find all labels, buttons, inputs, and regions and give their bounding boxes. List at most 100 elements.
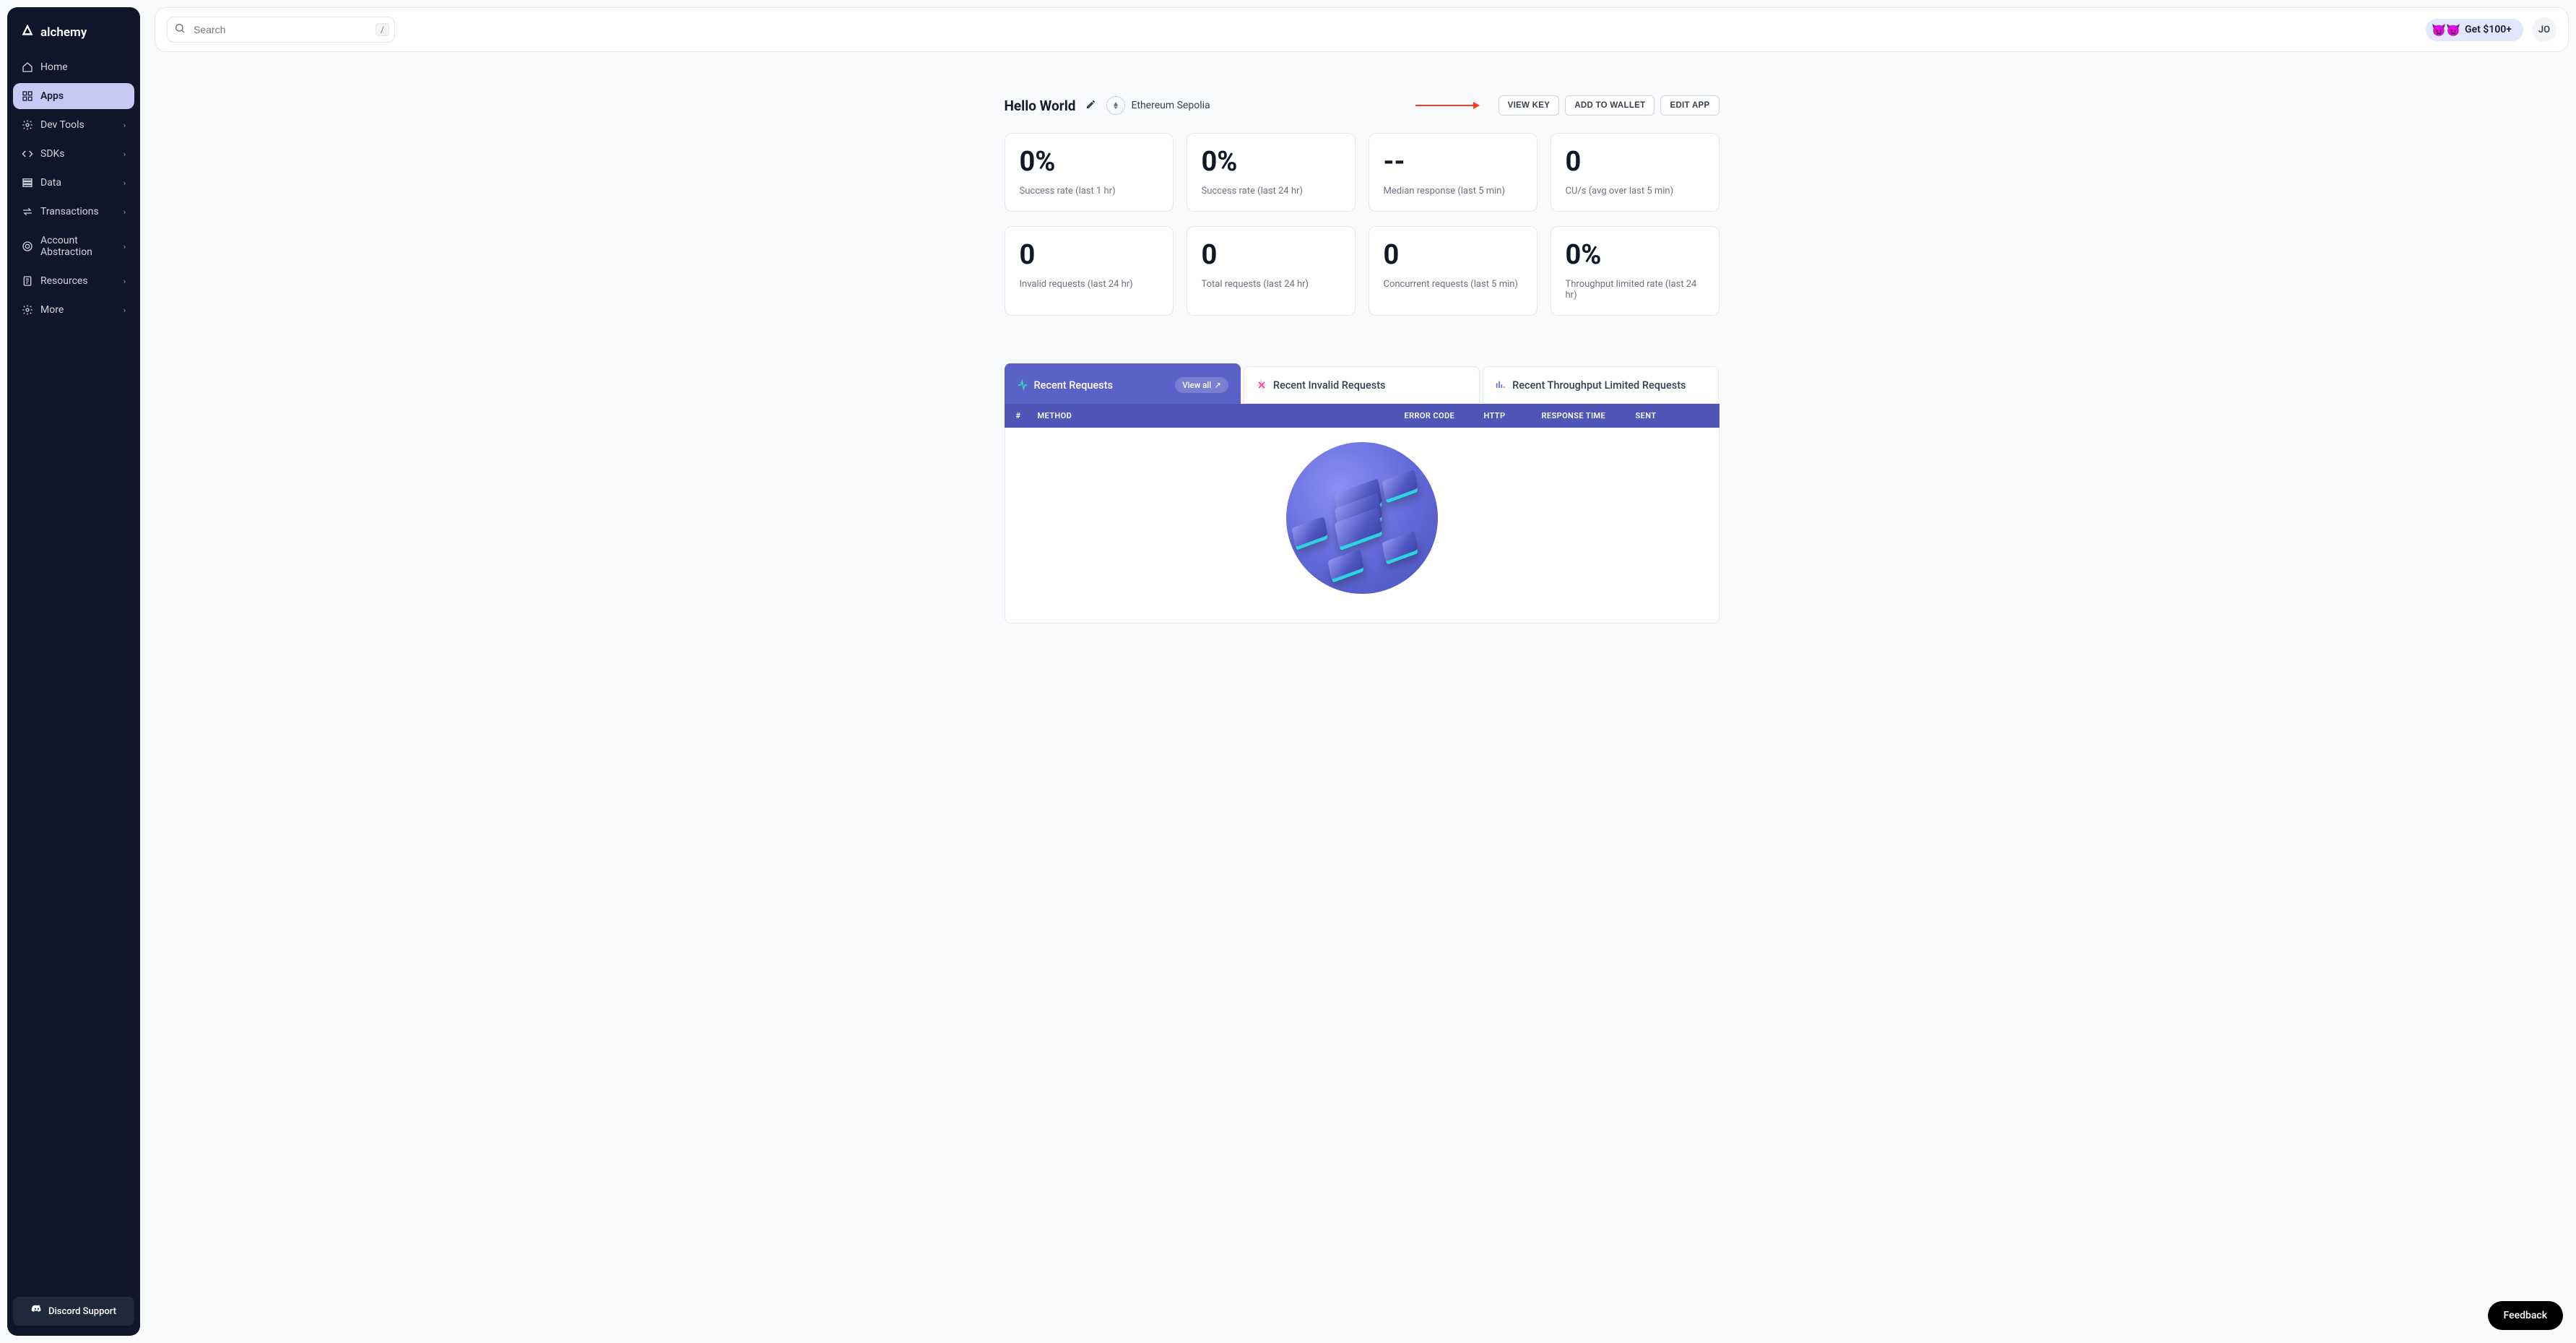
stat-value: 0%	[1566, 241, 1704, 269]
sidebar-item-apps[interactable]: Apps	[13, 83, 134, 109]
tab-invalid-requests[interactable]: Recent Invalid Requests	[1244, 366, 1480, 404]
sidebar-item-devtools[interactable]: Dev Tools ›	[13, 112, 134, 138]
apps-icon	[22, 90, 33, 102]
referral-label: Get $100+	[2465, 24, 2512, 35]
stat-value: 0	[1566, 148, 1704, 176]
stat-label: Throughput limited rate (last 24 hr)	[1566, 279, 1704, 301]
stat-card: -- Median response (last 5 min)	[1369, 133, 1538, 212]
tab-label: Recent Requests	[1034, 379, 1113, 392]
referral-button[interactable]: 😈😈 Get $100+	[2426, 19, 2523, 41]
stat-value: --	[1384, 148, 1522, 176]
sidebar-nav: Home Apps Dev Tools › SDKs › Data ›	[13, 54, 134, 323]
stat-card: 0 Invalid requests (last 24 hr)	[1005, 226, 1174, 316]
col-index: #	[1016, 411, 1038, 420]
data-icon	[22, 177, 33, 189]
search-input[interactable]	[167, 17, 395, 43]
empty-illustration	[1286, 442, 1438, 594]
sidebar-item-label: Apps	[40, 90, 64, 102]
stat-card: 0 CU/s (avg over last 5 min)	[1551, 133, 1719, 212]
stat-label: Median response (last 5 min)	[1384, 186, 1522, 197]
sidebar-item-label: More	[40, 304, 64, 316]
feedback-label: Feedback	[2504, 1310, 2547, 1321]
chevron-right-icon: ›	[123, 207, 126, 217]
transfer-icon	[22, 206, 33, 217]
sidebar: alchemy Home Apps Dev Tools › SDKs ›	[7, 7, 140, 1336]
search-shortcut-badge: /	[376, 23, 389, 36]
tab-label: Recent Throughput Limited Requests	[1512, 379, 1686, 392]
sidebar-item-label: Account Abstraction	[40, 235, 116, 258]
brand-logo[interactable]: alchemy	[13, 23, 134, 54]
tab-recent-requests[interactable]: Recent Requests View all ↗	[1005, 363, 1241, 404]
col-response-time: RESPONSE TIME	[1542, 411, 1636, 420]
chain-badge: Ethereum Sepolia	[1106, 96, 1210, 115]
sidebar-item-label: Home	[40, 61, 68, 73]
sidebar-item-label: SDKs	[40, 148, 65, 160]
chain-name: Ethereum Sepolia	[1131, 100, 1210, 111]
tab-label: Recent Invalid Requests	[1273, 379, 1386, 392]
stat-label: Invalid requests (last 24 hr)	[1020, 279, 1158, 290]
sidebar-item-transactions[interactable]: Transactions ›	[13, 199, 134, 225]
stat-value: 0	[1202, 241, 1340, 269]
col-sent: SENT	[1636, 411, 1708, 420]
stat-value: 0	[1384, 241, 1522, 269]
sidebar-item-home[interactable]: Home	[13, 54, 134, 80]
stat-label: Success rate (last 1 hr)	[1020, 186, 1158, 197]
discord-icon	[31, 1304, 43, 1318]
edit-icon[interactable]	[1085, 99, 1096, 113]
sidebar-item-label: Transactions	[40, 206, 99, 217]
col-error-code: ERROR CODE	[1405, 411, 1484, 420]
sidebar-item-resources[interactable]: Resources ›	[13, 268, 134, 294]
app-title: Hello World	[1005, 98, 1076, 114]
ethereum-icon	[1106, 96, 1125, 115]
doc-icon	[22, 275, 33, 287]
stat-value: 0	[1020, 241, 1158, 269]
recent-icon	[1017, 379, 1028, 391]
invalid-icon	[1256, 379, 1267, 391]
discord-label: Discord Support	[48, 1306, 116, 1317]
search-icon	[174, 22, 186, 37]
stats-row-1: 0% Success rate (last 1 hr) 0% Success r…	[1005, 133, 1719, 212]
chevron-right-icon: ›	[123, 306, 126, 315]
chevron-right-icon: ›	[123, 150, 126, 159]
tab-throughput-limited[interactable]: Recent Throughput Limited Requests	[1483, 366, 1719, 404]
edit-app-button[interactable]: EDIT APP	[1660, 95, 1719, 116]
add-to-wallet-button[interactable]: ADD TO WALLET	[1565, 95, 1655, 116]
sidebar-item-label: Resources	[40, 275, 88, 287]
stat-card: 0 Total requests (last 24 hr)	[1187, 226, 1356, 316]
gear-icon	[22, 304, 33, 316]
sidebar-item-more[interactable]: More ›	[13, 297, 134, 323]
sidebar-item-account-abstraction[interactable]: Account Abstraction ›	[13, 228, 134, 265]
target-icon	[22, 241, 33, 252]
app-header: Hello World Ethereum Sepolia VIEW KEY AD…	[1005, 95, 1719, 116]
faces-icon: 😈😈	[2432, 23, 2460, 37]
sidebar-item-label: Dev Tools	[40, 119, 84, 131]
home-icon	[22, 61, 33, 73]
throughput-icon	[1495, 379, 1506, 391]
avatar[interactable]: JO	[2532, 17, 2557, 42]
discord-support-button[interactable]: Discord Support	[13, 1297, 134, 1326]
chevron-right-icon: ›	[123, 277, 126, 286]
stat-label: Total requests (last 24 hr)	[1202, 279, 1340, 290]
stat-card: 0% Success rate (last 1 hr)	[1005, 133, 1174, 212]
stat-card: 0% Success rate (last 24 hr)	[1187, 133, 1356, 212]
stat-value: 0%	[1202, 148, 1340, 176]
stat-label: CU/s (avg over last 5 min)	[1566, 186, 1704, 197]
sidebar-item-sdks[interactable]: SDKs ›	[13, 141, 134, 167]
chevron-right-icon: ›	[123, 121, 126, 130]
stat-label: Concurrent requests (last 5 min)	[1384, 279, 1522, 290]
table-header: # METHOD ERROR CODE HTTP RESPONSE TIME S…	[1005, 404, 1719, 428]
empty-state	[1005, 428, 1719, 623]
sidebar-item-label: Data	[40, 177, 61, 189]
view-key-button[interactable]: VIEW KEY	[1499, 95, 1560, 116]
stat-value: 0%	[1020, 148, 1158, 176]
col-method: METHOD	[1038, 411, 1405, 420]
sidebar-item-data[interactable]: Data ›	[13, 170, 134, 196]
stat-card: 0 Concurrent requests (last 5 min)	[1369, 226, 1538, 316]
topbar: / 😈😈 Get $100+ JO	[155, 7, 2569, 52]
brand-name: alchemy	[40, 25, 87, 40]
col-http: HTTP	[1484, 411, 1542, 420]
code-icon	[22, 148, 33, 160]
feedback-button[interactable]: Feedback	[2488, 1301, 2563, 1330]
avatar-initials: JO	[2538, 25, 2550, 35]
view-all-button[interactable]: View all ↗	[1175, 377, 1228, 393]
